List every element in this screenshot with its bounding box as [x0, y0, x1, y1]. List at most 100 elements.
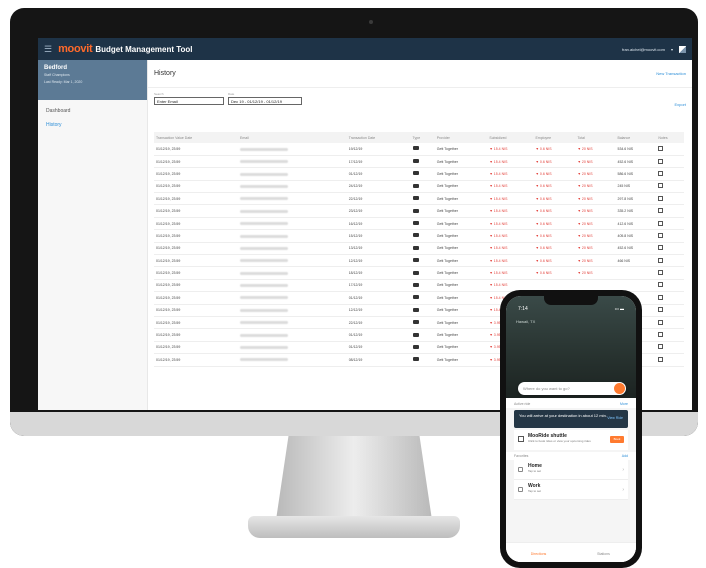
table-row[interactable]: 01/12/19, 23:59 19/12/19 Gett Together ▼ 15… [154, 143, 684, 156]
table-cell: ▼ 15.4 NIS [487, 167, 534, 181]
note-icon[interactable] [658, 245, 664, 251]
column-header[interactable]: Employee [533, 132, 576, 143]
table-cell: ▼ 0.6 NIS [533, 192, 576, 206]
table-cell: 534.6 NIS [615, 143, 657, 156]
table-row[interactable]: 01/12/19, 23:59 24/12/19 Gett Together ▼ 15… [154, 180, 684, 194]
marketing-mockup: ☰ moovit Budget Management Tool fran.aic… [0, 0, 706, 568]
note-icon[interactable] [658, 332, 664, 338]
table-cell [238, 155, 347, 169]
chevron-down-icon[interactable]: ▾ [671, 47, 673, 52]
table-cell: 586.6 NIS [615, 167, 657, 181]
column-header[interactable]: Transaction Date [346, 132, 411, 143]
table-cell: Gett Together [434, 353, 488, 367]
chevron-right-icon: › [622, 487, 624, 493]
sidebar-item-dashboard[interactable]: Dashboard [38, 100, 147, 122]
table-cell [656, 304, 684, 317]
note-icon[interactable] [658, 270, 664, 276]
favorite-work[interactable]: Work Tap to set › [514, 480, 628, 500]
table-row[interactable]: 01/12/19, 23:59 13/12/19 Gett Together ▼ 15… [154, 242, 684, 256]
table-cell [238, 167, 347, 181]
tab-directions[interactable]: Directions [506, 543, 571, 562]
column-header[interactable]: Subsidized [487, 132, 534, 143]
table-cell [410, 167, 435, 181]
favorite-home-sub: Tap to set [528, 469, 542, 473]
new-transaction-link[interactable]: New Transaction [656, 71, 686, 76]
view-ride-link[interactable]: View Ride [607, 416, 623, 421]
note-icon[interactable] [658, 344, 664, 350]
column-header[interactable]: Email [238, 132, 347, 143]
redacted-email [240, 358, 289, 362]
favorites-add-link[interactable]: Add [622, 454, 628, 458]
active-ride-link[interactable]: More [620, 402, 628, 406]
table-cell [656, 217, 684, 231]
column-header[interactable]: Total [575, 132, 616, 143]
redacted-email [240, 209, 289, 213]
phone-frame: 7:14 ••• ▬ Hawaii, TX Where do you want … [500, 290, 642, 568]
car-icon [412, 307, 419, 312]
account-sub: Staff Champions [44, 73, 70, 77]
column-header[interactable]: Type [410, 132, 435, 143]
favorites-label: Favorites [514, 454, 529, 458]
grid-icon[interactable] [679, 45, 686, 53]
book-button[interactable]: Book [610, 436, 624, 443]
table-cell: 18/12/19 [346, 266, 411, 280]
column-header[interactable]: Balance [615, 132, 657, 143]
note-icon[interactable] [658, 257, 664, 263]
sidebar-item-history[interactable]: History [38, 122, 147, 136]
table-cell: ▼ 20 NIS [575, 229, 616, 243]
note-icon[interactable] [658, 294, 664, 300]
table-row[interactable]: 01/12/19, 23:59 22/12/19 Gett Together ▼ 15… [154, 192, 684, 206]
note-icon[interactable] [658, 170, 664, 176]
table-row[interactable]: 01/12/19, 23:59 17/12/19 Gett Together ▼ 15… [154, 155, 684, 169]
note-icon[interactable] [658, 232, 664, 238]
redacted-email [240, 160, 289, 164]
column-header[interactable]: Notes [656, 132, 684, 143]
note-icon[interactable] [658, 145, 664, 151]
search-input[interactable]: Enter Email [154, 97, 224, 105]
table-cell: ▼ 15.4 NIS [487, 217, 534, 231]
table-cell: 01/12/19, 23:59 [154, 353, 239, 367]
hamburger-icon[interactable]: ☰ [44, 44, 52, 55]
column-header[interactable]: Transaction Value Date [154, 132, 239, 143]
table-row[interactable]: 01/12/19, 23:59 12/12/19 Gett Together ▼ 15… [154, 254, 684, 268]
table-cell: Gett Together [434, 242, 488, 256]
note-icon[interactable] [658, 183, 664, 189]
table-row[interactable]: 01/12/19, 23:59 23/12/19 Gett Together ▼ 15… [154, 204, 684, 218]
table-cell: ▼ 15.4 NIS [487, 180, 534, 194]
column-header[interactable]: Provider [434, 132, 488, 143]
table-row[interactable]: 01/12/19, 23:59 16/12/19 Gett Together ▼ 15… [154, 217, 684, 231]
redacted-email [240, 296, 289, 300]
table-cell: Gett Together [434, 180, 488, 194]
table-cell: 01/12/19, 23:59 [154, 155, 239, 169]
table-cell [615, 266, 657, 280]
phone-search-input[interactable]: Where do you want to go? [518, 382, 626, 395]
note-icon[interactable] [658, 307, 664, 313]
note-icon[interactable] [658, 220, 664, 226]
arrival-card[interactable]: You will arrive at your destination in a… [514, 410, 628, 428]
table-row[interactable]: 01/12/19, 23:59 01/12/19 Gett Together ▼ 15… [154, 167, 684, 181]
go-icon[interactable] [614, 383, 625, 394]
table-cell: ▼ 20 NIS [575, 167, 616, 181]
table-cell: 22/12/19 [346, 192, 411, 206]
note-icon[interactable] [658, 356, 664, 362]
user-menu[interactable]: fran.aichel@moovit.com [622, 47, 665, 52]
note-icon[interactable] [658, 319, 664, 325]
export-link[interactable]: Export [674, 102, 686, 107]
table-row[interactable]: 01/12/19, 23:59 18/12/19 Gett Together ▼ 15… [154, 266, 684, 280]
table-cell: ▼ 15.4 NIS [487, 143, 534, 156]
table-cell: ▼ 20 NIS [575, 217, 616, 231]
note-icon[interactable] [658, 195, 664, 201]
note-icon[interactable] [658, 158, 664, 164]
date-range-input[interactable]: Dec 19 - 01/12/19 - 01/12/19 [228, 97, 302, 105]
shuttle-card[interactable]: MooRide shuttle Click to book rides or v… [514, 430, 628, 450]
note-icon[interactable] [658, 208, 664, 214]
favorite-home[interactable]: Home Tap to set › [514, 460, 628, 480]
table-cell: 01/12/19, 23:59 [154, 266, 239, 280]
chevron-right-icon: › [622, 467, 624, 473]
table-row[interactable]: 01/12/19, 23:59 15/12/19 Gett Together ▼ 15… [154, 229, 684, 243]
table-cell: 08/12/19 [346, 353, 411, 367]
tab-stations[interactable]: Stations [571, 543, 636, 562]
note-icon[interactable] [658, 282, 664, 288]
table-cell: Gett Together [434, 341, 488, 355]
table-cell: ▼ 15.4 NIS [487, 254, 534, 268]
